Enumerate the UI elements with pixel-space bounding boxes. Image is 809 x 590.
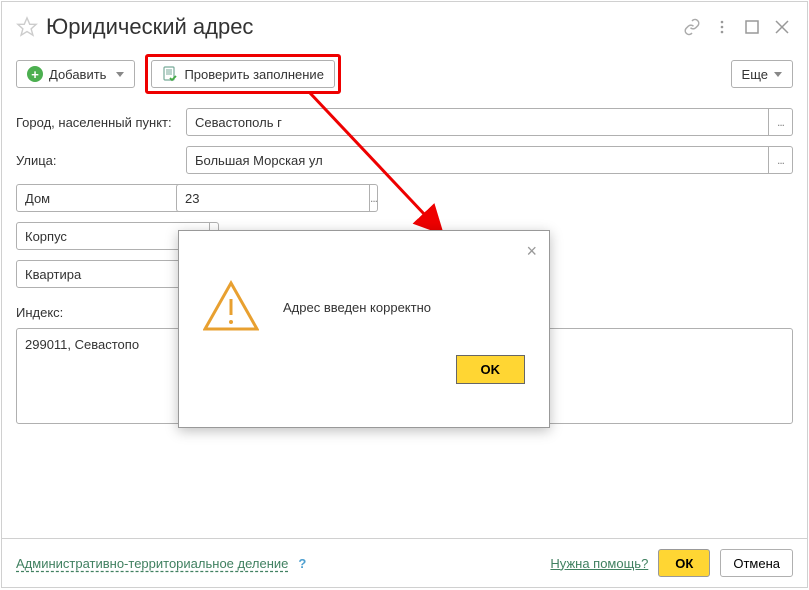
admin-division-link[interactable]: Административно-территориальное деление [16,556,288,571]
street-row: Улица: ... [16,146,793,174]
check-button-label: Проверить заполнение [184,67,323,82]
more-button-label: Еще [742,67,768,82]
help-icon[interactable]: ? [298,556,306,571]
city-label: Город, населенный пункт: [16,108,186,132]
street-lookup-button[interactable]: ... [769,146,793,174]
dialog-ok-button[interactable]: OK [456,355,526,384]
plus-icon: + [27,66,43,82]
need-help-link[interactable]: Нужна помощь? [550,556,648,571]
document-check-icon [162,66,178,82]
chevron-down-icon [116,72,124,77]
check-fill-button[interactable]: Проверить заполнение [151,60,334,88]
close-icon[interactable] [771,16,793,38]
more-button[interactable]: Еще [731,60,793,88]
add-button[interactable]: + Добавить [16,60,135,88]
house-number-input[interactable] [176,184,370,212]
link-icon[interactable] [681,16,703,38]
dialog-message: Адрес введен корректно [283,300,431,315]
footer: Административно-территориальное деление … [2,538,807,587]
city-input[interactable] [186,108,769,136]
warning-icon [203,279,259,335]
chevron-down-icon [774,72,782,77]
validation-dialog: × Адрес введен корректно OK [178,230,550,428]
cancel-button[interactable]: Отмена [720,549,793,577]
titlebar-controls [681,16,793,38]
add-button-label: Добавить [49,67,106,82]
dialog-close-button[interactable]: × [526,241,537,262]
street-label: Улица: [16,146,186,170]
dialog-body: Адрес введен корректно [179,231,549,355]
ok-button[interactable]: ОК [658,549,710,577]
toolbar: + Добавить Проверить заполнение Еще [2,48,807,108]
city-row: Город, населенный пункт: ... [16,108,793,136]
street-input[interactable] [186,146,769,174]
kebab-menu-icon[interactable] [711,16,733,38]
city-lookup-button[interactable]: ... [769,108,793,136]
dialog-footer: OK [179,355,549,402]
window-title: Юридический адрес [46,14,681,40]
house-row: ... [16,184,793,212]
check-button-highlight: Проверить заполнение [145,54,340,94]
maximize-icon[interactable] [741,16,763,38]
titlebar: Юридический адрес [2,2,807,48]
house-lookup-button[interactable]: ... [370,184,378,212]
favorite-star-icon[interactable] [16,16,38,38]
